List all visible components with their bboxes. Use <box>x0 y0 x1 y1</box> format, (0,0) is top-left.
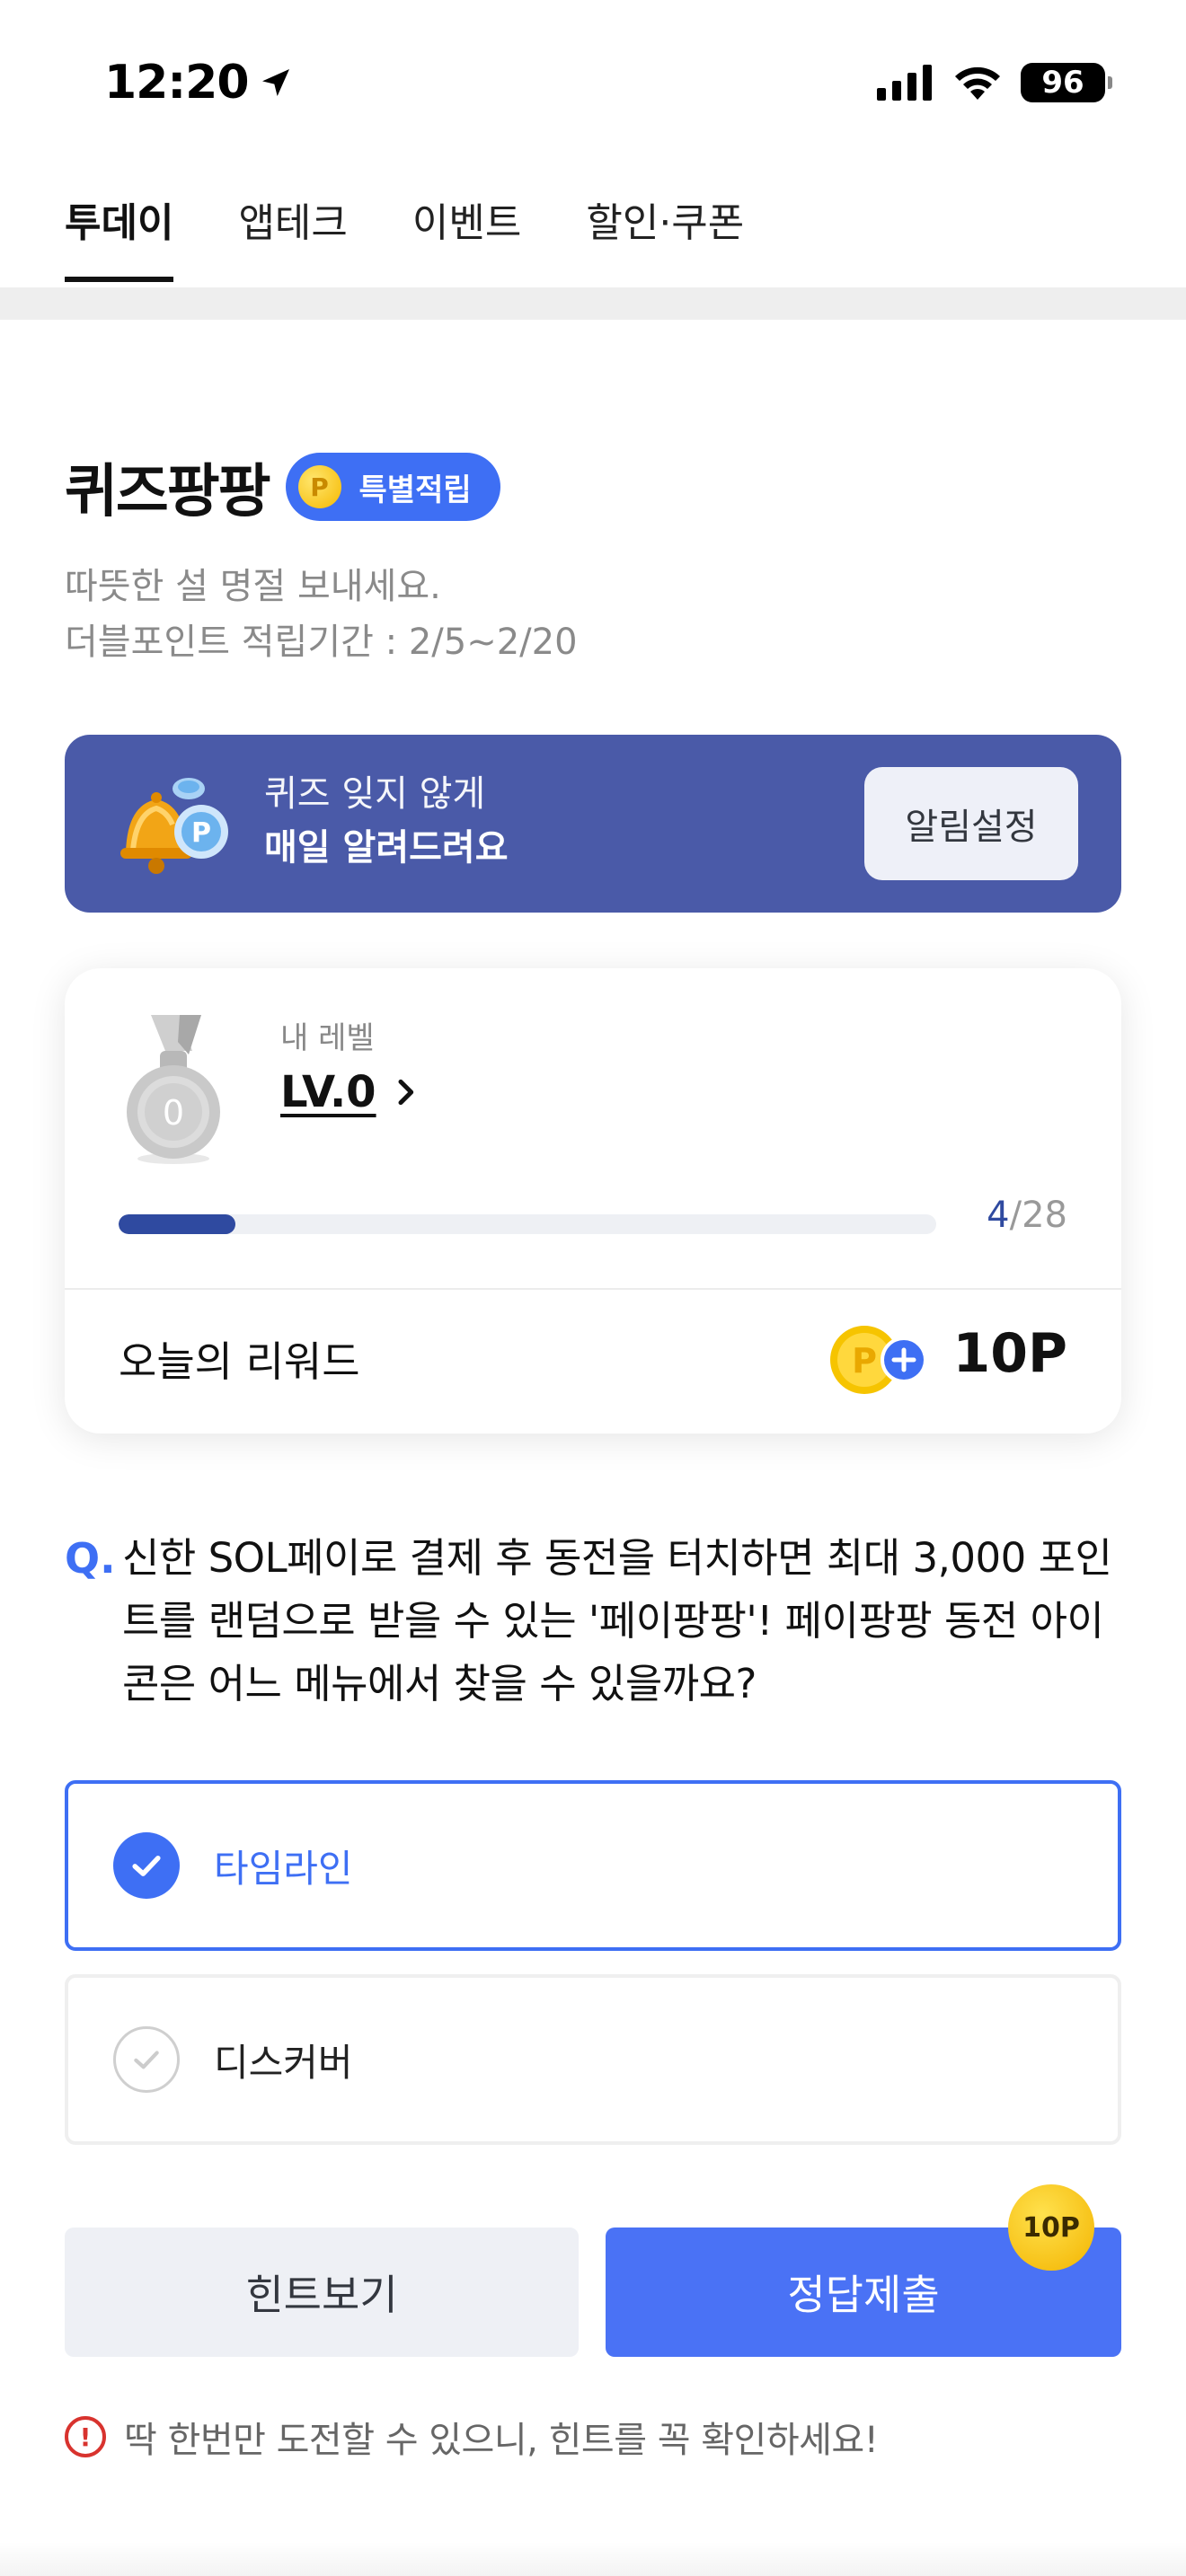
level-progress-count: 4/28 <box>987 1195 1067 1236</box>
quiz-page: 12:20 96 투데이 앱테크 이벤트 할인·쿠폰 퀴즈팡팡 P 특별적립 따… <box>0 0 1186 2576</box>
chevron-right-icon <box>398 1079 413 1106</box>
reward-points-badge: 10P <box>1008 2184 1094 2271</box>
section-divider <box>0 287 1186 320</box>
option-label: 타임라인 <box>214 1846 353 1891</box>
hint-button[interactable]: 힌트보기 <box>65 2228 579 2357</box>
cellular-signal-icon <box>877 65 932 101</box>
special-earn-badge: P 특별적립 <box>285 453 500 521</box>
alarm-settings-button[interactable]: 알림설정 <box>864 767 1078 880</box>
svg-text:P: P <box>191 817 211 849</box>
tab-event[interactable]: 이벤트 <box>412 190 521 280</box>
quiz-question: Q. 신한 SOL페이로 결제 후 동전을 터치하면 최대 3,000 포인트를… <box>65 1527 1121 1716</box>
checkmark-icon <box>113 2026 180 2093</box>
tab-apptech[interactable]: 앱테크 <box>238 190 347 280</box>
level-card: 0 내 레벨 LV.0 4/28 오늘의 리워드 P 10P <box>65 968 1121 1434</box>
alert-icon: ! <box>65 2416 106 2457</box>
location-arrow-icon <box>261 69 289 96</box>
card-divider <box>65 1288 1121 1290</box>
progress-total: /28 <box>1009 1195 1067 1236</box>
wifi-icon <box>955 66 1000 100</box>
badge-label: 특별적립 <box>358 472 472 508</box>
level-progress-bar <box>119 1214 936 1234</box>
status-time-text: 12:20 <box>104 56 250 110</box>
level-link[interactable]: LV.0 <box>280 1067 423 1117</box>
description-line-1: 따뜻한 설 명절 보내세요. <box>65 566 441 607</box>
tab-discount-coupon[interactable]: 할인·쿠폰 <box>586 190 744 280</box>
checkmark-icon <box>113 1832 180 1899</box>
alarm-line-1: 퀴즈 잊지 않게 <box>264 773 486 815</box>
quiz-header: 퀴즈팡팡 P 특별적립 <box>65 446 500 528</box>
quiz-description: 따뜻한 설 명절 보내세요. 더블포인트 적립기간 : 2/5~2/20 <box>65 559 578 670</box>
reward-label: 오늘의 리워드 <box>119 1337 360 1386</box>
answer-option-1[interactable]: 타임라인 <box>65 1780 1121 1951</box>
option-label: 디스커버 <box>214 2040 353 2085</box>
bell-coin-icon: P <box>120 778 228 874</box>
level-value: LV.0 <box>280 1067 376 1117</box>
coin-plus-icon: P <box>830 1326 927 1394</box>
alarm-message: 퀴즈 잊지 않게 매일 알려드려요 <box>264 767 509 875</box>
alarm-line-2: 매일 알려드려요 <box>264 827 509 869</box>
tab-today[interactable]: 투데이 <box>65 190 174 282</box>
medal-icon: 0 <box>127 1015 220 1164</box>
coin-icon: P <box>297 465 341 508</box>
notice-message: ! 딱 한번만 도전할 수 있으니, 힌트를 꼭 확인하세요! <box>65 2411 879 2463</box>
question-text: 신한 SOL페이로 결제 후 동전을 터치하면 최대 3,000 포인트를 랜덤… <box>122 1534 1112 1707</box>
bottom-fade <box>0 2542 1186 2576</box>
answer-option-2[interactable]: 디스커버 <box>65 1974 1121 2145</box>
battery-indicator: 96 <box>1021 63 1112 102</box>
notice-text: 딱 한번만 도전할 수 있으니, 힌트를 꼭 확인하세요! <box>124 2420 879 2461</box>
status-indicators: 96 <box>877 63 1112 102</box>
page-title: 퀴즈팡팡 <box>65 459 271 525</box>
battery-level: 96 <box>1041 65 1084 101</box>
level-caption: 내 레벨 <box>280 1020 375 1056</box>
description-line-2: 더블포인트 적립기간 : 2/5~2/20 <box>65 622 578 663</box>
medal-number: 0 <box>163 1093 184 1133</box>
alarm-banner: P 퀴즈 잊지 않게 매일 알려드려요 알림설정 <box>65 735 1121 913</box>
reward-coin-letter: P <box>852 1341 877 1381</box>
reward-value: 10P <box>952 1322 1067 1385</box>
progress-current: 4 <box>987 1195 1010 1236</box>
status-time: 12:20 <box>104 56 294 110</box>
level-progress-fill <box>119 1214 236 1234</box>
top-tabs: 투데이 앱테크 이벤트 할인·쿠폰 <box>65 190 809 282</box>
question-mark: Q. <box>65 1534 116 1583</box>
